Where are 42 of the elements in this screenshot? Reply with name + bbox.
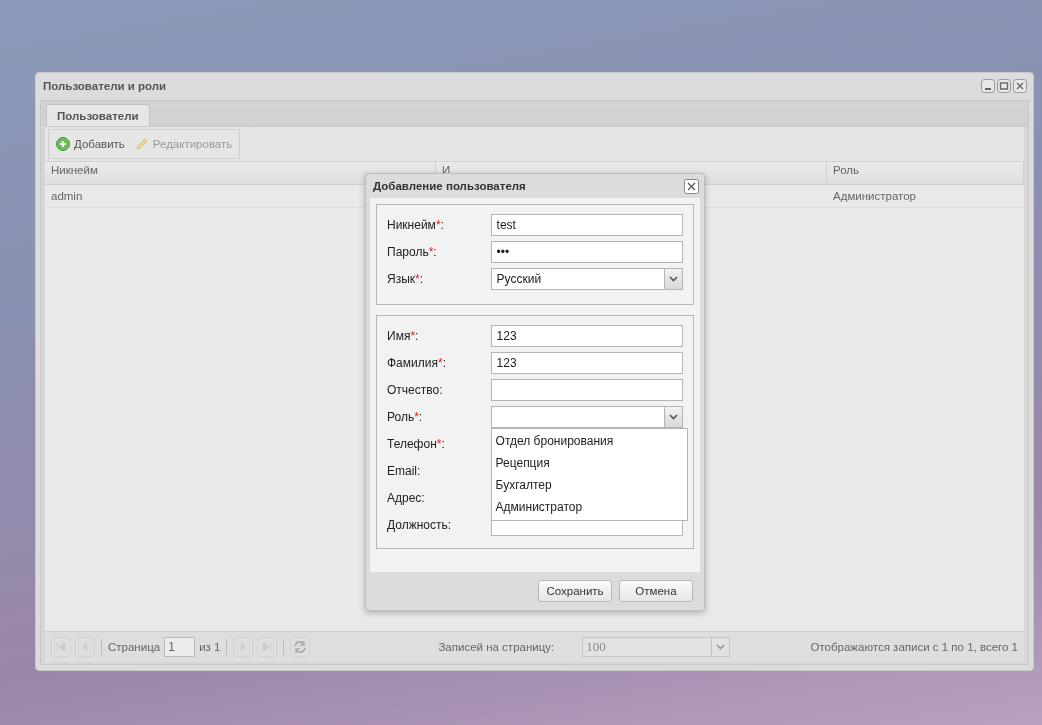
table-cell: Администратор	[833, 190, 916, 202]
cancel-button[interactable]: Отмена	[619, 580, 693, 602]
field-label: Язык*:	[387, 272, 425, 286]
per-page-label: Записей на страницу:	[438, 641, 555, 653]
add-button[interactable]: Добавить	[53, 136, 128, 152]
field-label: Телефон*:	[387, 437, 446, 451]
dropdown-option[interactable]: Отдел бронирования	[491, 430, 687, 452]
field-label: Фамилия*:	[387, 356, 447, 370]
maximize-icon[interactable]	[997, 78, 1011, 93]
column-header[interactable]: Роль	[827, 162, 1024, 184]
pencil-icon	[134, 137, 149, 151]
field-label: Имя*:	[387, 329, 420, 343]
page-field[interactable]: 1	[164, 637, 196, 657]
page-label: Страница	[108, 641, 161, 653]
input-field[interactable]: •••	[490, 241, 683, 263]
dropdown-option[interactable]: Администратор	[491, 496, 687, 518]
input-field[interactable]: 123	[490, 352, 683, 374]
input-field[interactable]	[490, 379, 683, 401]
field-label: Должность:	[387, 518, 453, 532]
records-summary: Отображаются записи с 1 по 1, всего 1	[810, 641, 1018, 653]
field-label: Никнейм*:	[387, 218, 445, 232]
dropdown-option[interactable]: Рецепция	[491, 452, 687, 474]
field-label: Email:	[387, 464, 422, 478]
field-label: Отчество:	[387, 383, 444, 397]
field-label: Пароль*:	[387, 245, 438, 259]
save-button[interactable]: Сохранить	[538, 580, 612, 602]
field-label: Роль*:	[387, 410, 424, 424]
plus-icon	[56, 137, 70, 151]
input-field[interactable]: 123	[490, 325, 683, 347]
minimize-icon[interactable]	[981, 78, 995, 93]
window-title: Пользователи и роли	[43, 79, 167, 92]
close-icon[interactable]	[684, 178, 699, 194]
dropdown-field[interactable]: Русский	[490, 268, 683, 290]
refresh-icon[interactable]	[290, 637, 311, 657]
close-icon[interactable]	[1013, 78, 1027, 93]
table-cell: admin	[51, 190, 83, 202]
users-tab[interactable]: Пользователи	[46, 104, 150, 126]
input-field[interactable]: test	[490, 214, 683, 236]
field-label: Адрес:	[387, 491, 426, 505]
page-count: из 1	[199, 641, 221, 653]
dropdown-option[interactable]: Бухгалтер	[491, 474, 687, 496]
chevron-down-icon	[664, 269, 682, 289]
